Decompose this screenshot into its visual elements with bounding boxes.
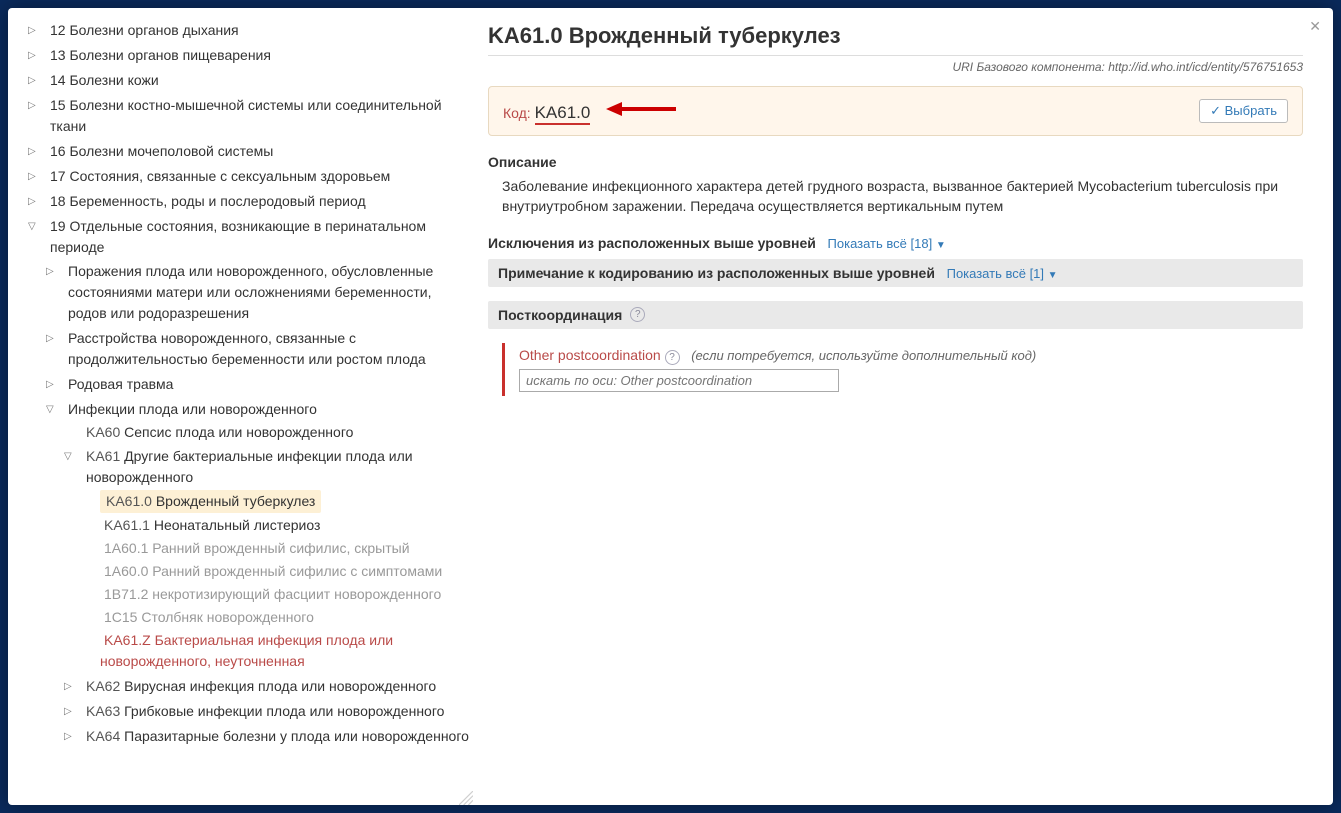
- coding-note-label: Примечание к кодированию из расположенны…: [498, 265, 935, 281]
- tree-item[interactable]: 17 Состояния, связанные с сексуальным зд…: [46, 165, 394, 188]
- expand-icon[interactable]: ▷: [28, 169, 42, 184]
- collapse-icon[interactable]: ▽: [46, 402, 60, 417]
- collapse-icon[interactable]: ▽: [64, 449, 78, 464]
- exclusions-show-all-link[interactable]: Показать всё [18] ▼: [828, 236, 946, 251]
- expand-icon[interactable]: ▷: [28, 73, 42, 88]
- tree-item[interactable]: Поражения плода или новорожденного, обус…: [64, 260, 473, 325]
- tree-item[interactable]: Инфекции плода или новорожденного: [64, 398, 321, 421]
- expand-icon[interactable]: ▷: [46, 331, 60, 346]
- expand-icon[interactable]: ▷: [64, 704, 78, 719]
- tree-item[interactable]: KA64 Паразитарные болезни у плода или но…: [82, 725, 473, 748]
- uri-line: URI Базового компонента: http://id.who.i…: [488, 60, 1303, 74]
- code-box: Код: KA61.0 ✓ Выбрать: [488, 86, 1303, 136]
- expand-icon[interactable]: ▷: [46, 264, 60, 279]
- code-value: KA61.0: [535, 103, 591, 125]
- tree-item[interactable]: 13 Болезни органов пищеварения: [46, 44, 275, 67]
- expand-icon[interactable]: ▷: [64, 679, 78, 694]
- tree-item-selected[interactable]: KA61.0 Врожденный туберкулез: [100, 490, 321, 513]
- content: ▷ 12 Болезни органов дыхания ▷ 13 Болезни …: [8, 8, 1333, 805]
- tree-item[interactable]: 16 Болезни мочеполовой системы: [46, 140, 277, 163]
- select-button[interactable]: ✓ Выбрать: [1199, 99, 1288, 123]
- tree-item[interactable]: KA61.Z Бактериальная инфекция плода или …: [100, 631, 393, 670]
- postcoordination-label: Посткоординация: [498, 307, 622, 323]
- tree-item[interactable]: 15 Болезни костно-мышечной системы или с…: [46, 94, 473, 138]
- description-heading: Описание: [488, 154, 1303, 170]
- expand-icon[interactable]: ▷: [28, 23, 42, 38]
- page-title: KA61.0 Врожденный туберкулез: [488, 23, 1303, 49]
- tree-item[interactable]: 1C15 Столбняк новорожденного: [100, 608, 318, 626]
- tree-item[interactable]: Родовая травма: [64, 373, 177, 396]
- tree-item[interactable]: KA61.1 Неонатальный листериоз: [100, 516, 324, 534]
- pc-hint: (если потребуется, используйте дополните…: [691, 348, 1036, 363]
- tree-item[interactable]: 1A60.1 Ранний врожденный сифилис, скрыты…: [100, 539, 414, 557]
- code-label: Код:: [503, 105, 531, 121]
- expand-icon[interactable]: ▷: [28, 194, 42, 209]
- tree-item[interactable]: KA63 Грибковые инфекции плода или новоро…: [82, 700, 448, 723]
- coding-note-bar: Примечание к кодированию из расположенны…: [488, 259, 1303, 287]
- tree-item[interactable]: KA61 Другие бактериальные инфекции плода…: [82, 445, 473, 489]
- divider: [488, 55, 1303, 56]
- expand-icon[interactable]: ▷: [46, 377, 60, 392]
- coding-note-show-all-link[interactable]: Показать всё [1] ▼: [947, 266, 1058, 281]
- tree-item[interactable]: 1A60.0 Ранний врожденный сифилис с симпт…: [100, 562, 446, 580]
- tree-item[interactable]: 12 Болезни органов дыхания: [46, 19, 243, 42]
- tree-item[interactable]: 1B71.2 некротизирующий фасциит новорожде…: [100, 585, 445, 603]
- expand-icon[interactable]: ▷: [28, 144, 42, 159]
- postcoordination-bar: Посткоординация ?: [488, 301, 1303, 329]
- tree-item[interactable]: 14 Болезни кожи: [46, 69, 163, 92]
- arrow-annotation-icon: [606, 105, 676, 121]
- pc-other-title: Other postcoordination: [519, 347, 661, 363]
- postcoordination-block: Other postcoordination ? (если потребует…: [502, 343, 1303, 396]
- tree-sidebar: ▷ 12 Болезни органов дыхания ▷ 13 Болезни …: [8, 8, 473, 805]
- modal-window: ✕ ▷ 12 Болезни органов дыхания ▷ 13 Болезн…: [8, 8, 1333, 805]
- collapse-icon[interactable]: ▽: [28, 219, 42, 234]
- expand-icon[interactable]: ▷: [64, 729, 78, 744]
- tree-item[interactable]: 19 Отдельные состояния, возникающие в пе…: [46, 215, 473, 259]
- tree-item[interactable]: KA60 Сепсис плода или новорожденного: [82, 423, 357, 441]
- tree-item[interactable]: Расстройства новорожденного, связанные с…: [64, 327, 473, 371]
- description-text: Заболевание инфекционного характера дете…: [488, 176, 1303, 231]
- close-icon[interactable]: ✕: [1309, 18, 1321, 35]
- expand-icon[interactable]: ▷: [28, 48, 42, 63]
- help-icon[interactable]: ?: [665, 350, 680, 365]
- detail-panel: KA61.0 Врожденный туберкулез URI Базовог…: [473, 8, 1333, 805]
- help-icon[interactable]: ?: [630, 307, 645, 322]
- tree-item[interactable]: 18 Беременность, роды и послеродовый пер…: [46, 190, 370, 213]
- tree-item[interactable]: KA62 Вирусная инфекция плода или новорож…: [82, 675, 440, 698]
- expand-icon[interactable]: ▷: [28, 98, 42, 113]
- postcoordination-search-input[interactable]: [519, 369, 839, 392]
- resize-handle-icon[interactable]: [459, 791, 473, 805]
- exclusions-label: Исключения из расположенных выше уровней: [488, 235, 816, 251]
